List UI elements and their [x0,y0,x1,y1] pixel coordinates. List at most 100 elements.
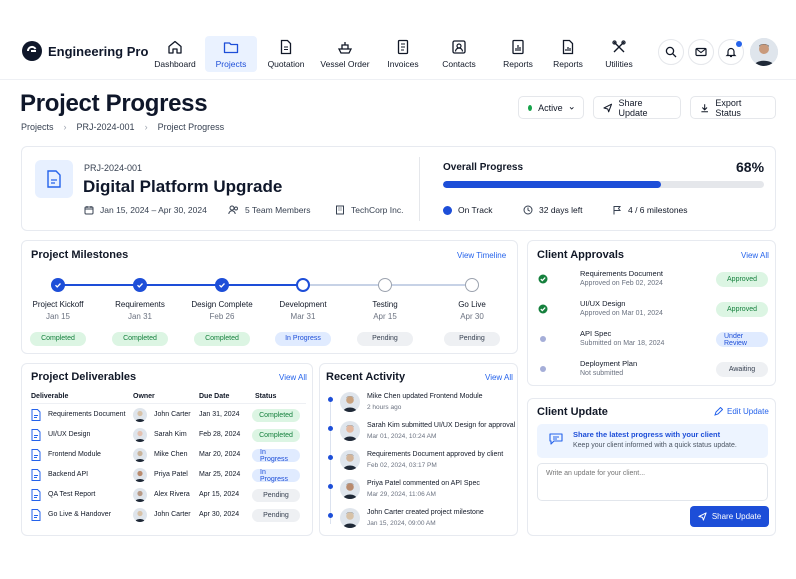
deliverable-status-badge: In Progress [252,449,300,463]
approval-name: UI/UX Design [580,299,626,308]
check-icon [219,283,225,288]
breadcrumb-project-id[interactable]: PRJ-2024-001 [77,122,135,132]
contact-icon [452,40,466,54]
breadcrumb-projects[interactable]: Projects [21,122,54,132]
milestone-node[interactable] [51,278,65,292]
banner-subtitle: Keep your client informed with a quick s… [573,442,737,449]
milestone-date: Mar 31 [290,312,316,321]
edit-update-link[interactable]: Edit Update [714,407,769,416]
approval-sub: Submitted on Mar 18, 2024 [580,340,665,347]
milestone-node[interactable] [215,278,229,292]
nav-vessel-order[interactable]: Vessel Order [320,36,370,72]
deliverable-name[interactable]: Backend API [48,471,88,478]
activity-time: Feb 02, 2024, 03:17 PM [367,462,437,469]
deliverable-status-badge: Pending [252,489,300,502]
deliverable-name[interactable]: Frontend Module [48,451,101,458]
nav-reports-2[interactable]: Reports [549,36,587,72]
client-update-card: Client Update Edit Update Share the late… [527,398,776,536]
invoice-icon [397,39,409,55]
approvals-view-all-link[interactable]: View All [741,251,769,260]
activity-dot [328,455,333,460]
app-name: Engineering Pro [48,43,149,59]
send-icon [603,103,613,112]
milestone-node[interactable] [133,278,147,292]
nav-utilities[interactable]: Utilities [602,36,636,72]
deliverable-due-date: Mar 20, 2024 [199,451,241,458]
logo-icon [22,41,42,61]
milestone-status-text: Pending [444,331,500,346]
approval-sub: Approved on Mar 01, 2024 [580,310,663,317]
chevron-right-icon: › [63,122,67,132]
update-textarea[interactable] [537,463,768,501]
document-icon [31,409,41,421]
status-select[interactable]: Active [518,96,584,119]
deliverable-status-badge: Pending [252,509,300,522]
team-icon [228,205,238,215]
folder-icon [223,42,239,54]
summary-divider [419,157,420,221]
chevron-down-icon [569,106,574,110]
milestone-track-done [58,284,303,286]
nav-reports[interactable]: Reports [499,36,537,72]
activity-text: Sarah Kim submitted UI/UX Design for app… [367,422,516,429]
activity-avatar [340,508,360,528]
activity-avatar [340,450,360,470]
overall-progress-label: Overall Progress [443,162,524,173]
messages-button[interactable] [688,39,714,65]
deliverable-name[interactable]: Go Live & Handover [48,511,111,518]
mail-icon [695,47,707,57]
nav-dashboard[interactable]: Dashboard [151,36,199,72]
approval-name: API Spec [580,329,612,338]
building-icon [336,205,344,215]
download-icon [701,103,708,112]
page-title: Project Progress [20,90,208,117]
milestone-date: Apr 30 [460,312,484,321]
deliverable-name[interactable]: Requirements Document [48,411,125,418]
on-track-dot [443,205,452,215]
search-button[interactable] [658,39,684,65]
nav-quotation[interactable]: Quotation [264,36,308,72]
document-icon [31,449,41,461]
recent-activity-card: Recent Activity View All Mike Chen updat… [319,363,518,536]
deliverable-due-date: Jan 31, 2024 [199,411,240,418]
activity-dot [328,397,333,402]
deliverable-name[interactable]: QA Test Report [48,491,95,498]
project-doc-icon [35,160,73,198]
home-icon [168,40,182,54]
deliverable-name[interactable]: UI/UX Design [48,431,90,438]
milestones-title: Project Milestones [31,249,129,261]
export-status-button[interactable]: Export Status [690,96,776,119]
milestone-node[interactable] [296,278,310,292]
user-avatar[interactable] [750,38,778,66]
activity-time: Jan 15, 2024, 09:00 AM [367,520,436,527]
days-left: 32 days left [523,205,582,215]
deliverable-status-badge: In Progress [252,469,300,483]
col-deliverable: Deliverable [31,393,69,400]
deliverable-due-date: Feb 28, 2024 [199,431,241,438]
view-timeline-link[interactable]: View Timeline [457,251,506,260]
activity-view-all-link[interactable]: View All [485,373,513,382]
notifications-button[interactable] [718,39,744,65]
deliverable-status-badge: Completed [252,409,300,422]
nav-projects[interactable]: Projects [205,36,257,72]
share-update-button[interactable]: Share Update [690,506,769,527]
milestone-node[interactable] [465,278,479,292]
bell-icon [725,47,737,58]
activity-dot [328,513,333,518]
nav-invoices[interactable]: Invoices [383,36,423,72]
tools-icon [612,40,626,53]
activity-text: Requirements Document approved by client [367,451,504,458]
calendar-icon [84,206,94,215]
breadcrumb: Projects › PRJ-2024-001 › Project Progre… [21,122,224,132]
app-logo[interactable]: Engineering Pro [22,41,148,61]
milestone-count: 4 / 6 milestones [612,205,688,215]
overall-progress-percent: 68% [736,159,765,175]
project-id: PRJ-2024-001 [84,163,143,173]
nav-contacts[interactable]: Contacts [439,36,479,72]
deliverable-due-date: Mar 25, 2024 [199,471,241,478]
activity-dot [328,426,333,431]
share-update-top-button[interactable]: Share Update [593,96,681,119]
milestone-node[interactable] [378,278,392,292]
deliverables-view-all-link[interactable]: View All [279,373,307,382]
milestone-status-text: Completed [112,331,168,346]
